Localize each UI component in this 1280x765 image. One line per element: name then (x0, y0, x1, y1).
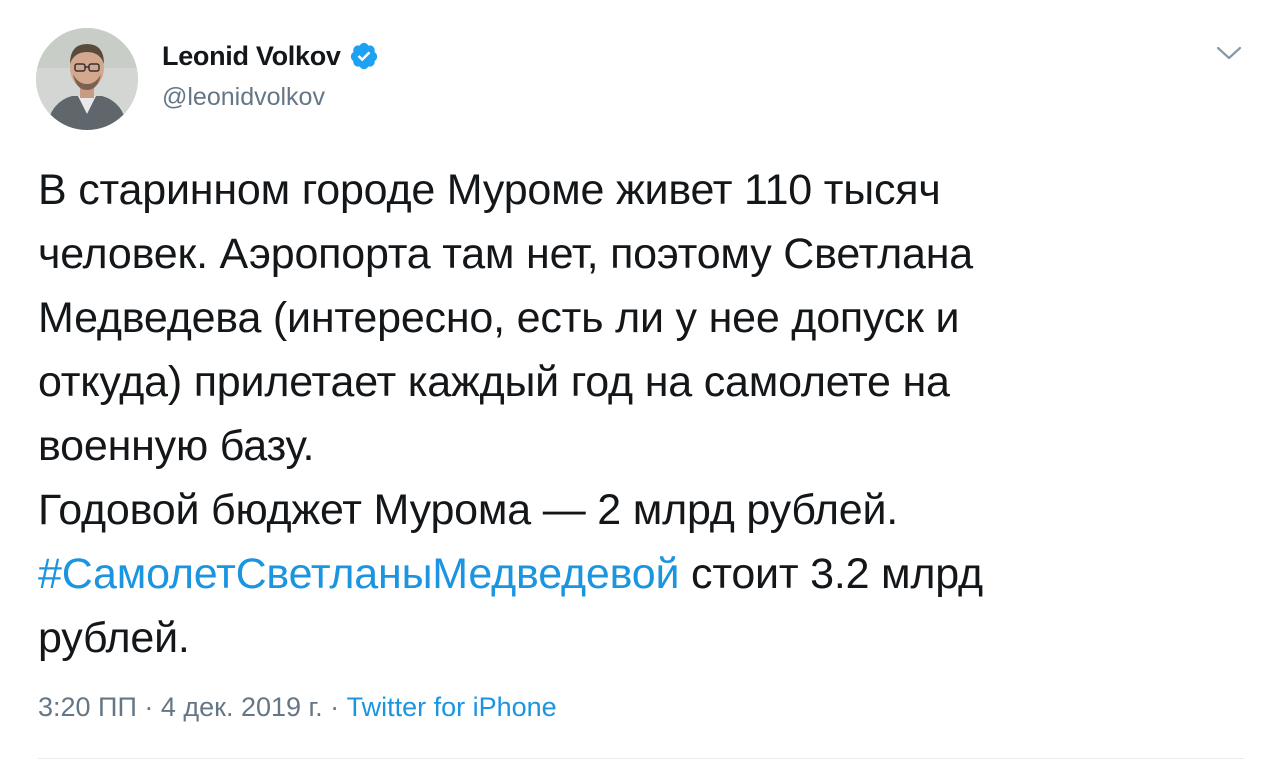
meta-separator: · (322, 692, 347, 722)
tweet-date[interactable]: 4 дек. 2019 г. (161, 692, 323, 722)
tweet-text-line: Годовой бюджет Мурома — 2 млрд рублей. (38, 486, 899, 534)
tweet-time[interactable]: 3:20 ПП (38, 692, 137, 722)
tweet-text-line: В старинном городе Муроме живет 110 тыся… (38, 166, 941, 214)
tweet-text-line: рублей. (38, 614, 190, 662)
avatar[interactable] (36, 28, 138, 130)
author-name-row[interactable]: Leonid Volkov (162, 36, 379, 76)
tweet-source-link[interactable]: Twitter for iPhone (347, 692, 557, 722)
tweet-meta: 3:20 ПП · 4 дек. 2019 г. · Twitter for i… (38, 692, 557, 723)
avatar-photo-icon (36, 28, 138, 130)
tweet-text-line: Медведева (интересно, есть ли у нее допу… (38, 294, 960, 342)
tweet-text-fragment: стоит 3.2 млрд (679, 550, 983, 598)
tweet-text-line: человек. Аэропорта там нет, поэтому Свет… (38, 230, 974, 278)
divider (38, 758, 1244, 759)
tweet-card: Leonid Volkov @leonidvolkov В старинном … (0, 0, 1280, 765)
author-display-name[interactable]: Leonid Volkov (162, 41, 341, 72)
chevron-down-icon[interactable] (1212, 38, 1246, 68)
tweet-text: В старинном городе Муроме живет 110 тыся… (38, 158, 1238, 670)
tweet-text-line-hashtag: #СамолетСветланыМедведевой стоит 3.2 млр… (38, 542, 1238, 606)
meta-separator: · (136, 692, 161, 722)
hashtag-link[interactable]: #СамолетСветланыМедведевой (38, 550, 679, 598)
verified-badge-icon (349, 41, 379, 71)
author-handle[interactable]: @leonidvolkov (162, 83, 325, 112)
tweet-text-line: военную базу. (38, 422, 315, 470)
tweet-text-line: откуда) прилетает каждый год на самолете… (38, 358, 950, 406)
